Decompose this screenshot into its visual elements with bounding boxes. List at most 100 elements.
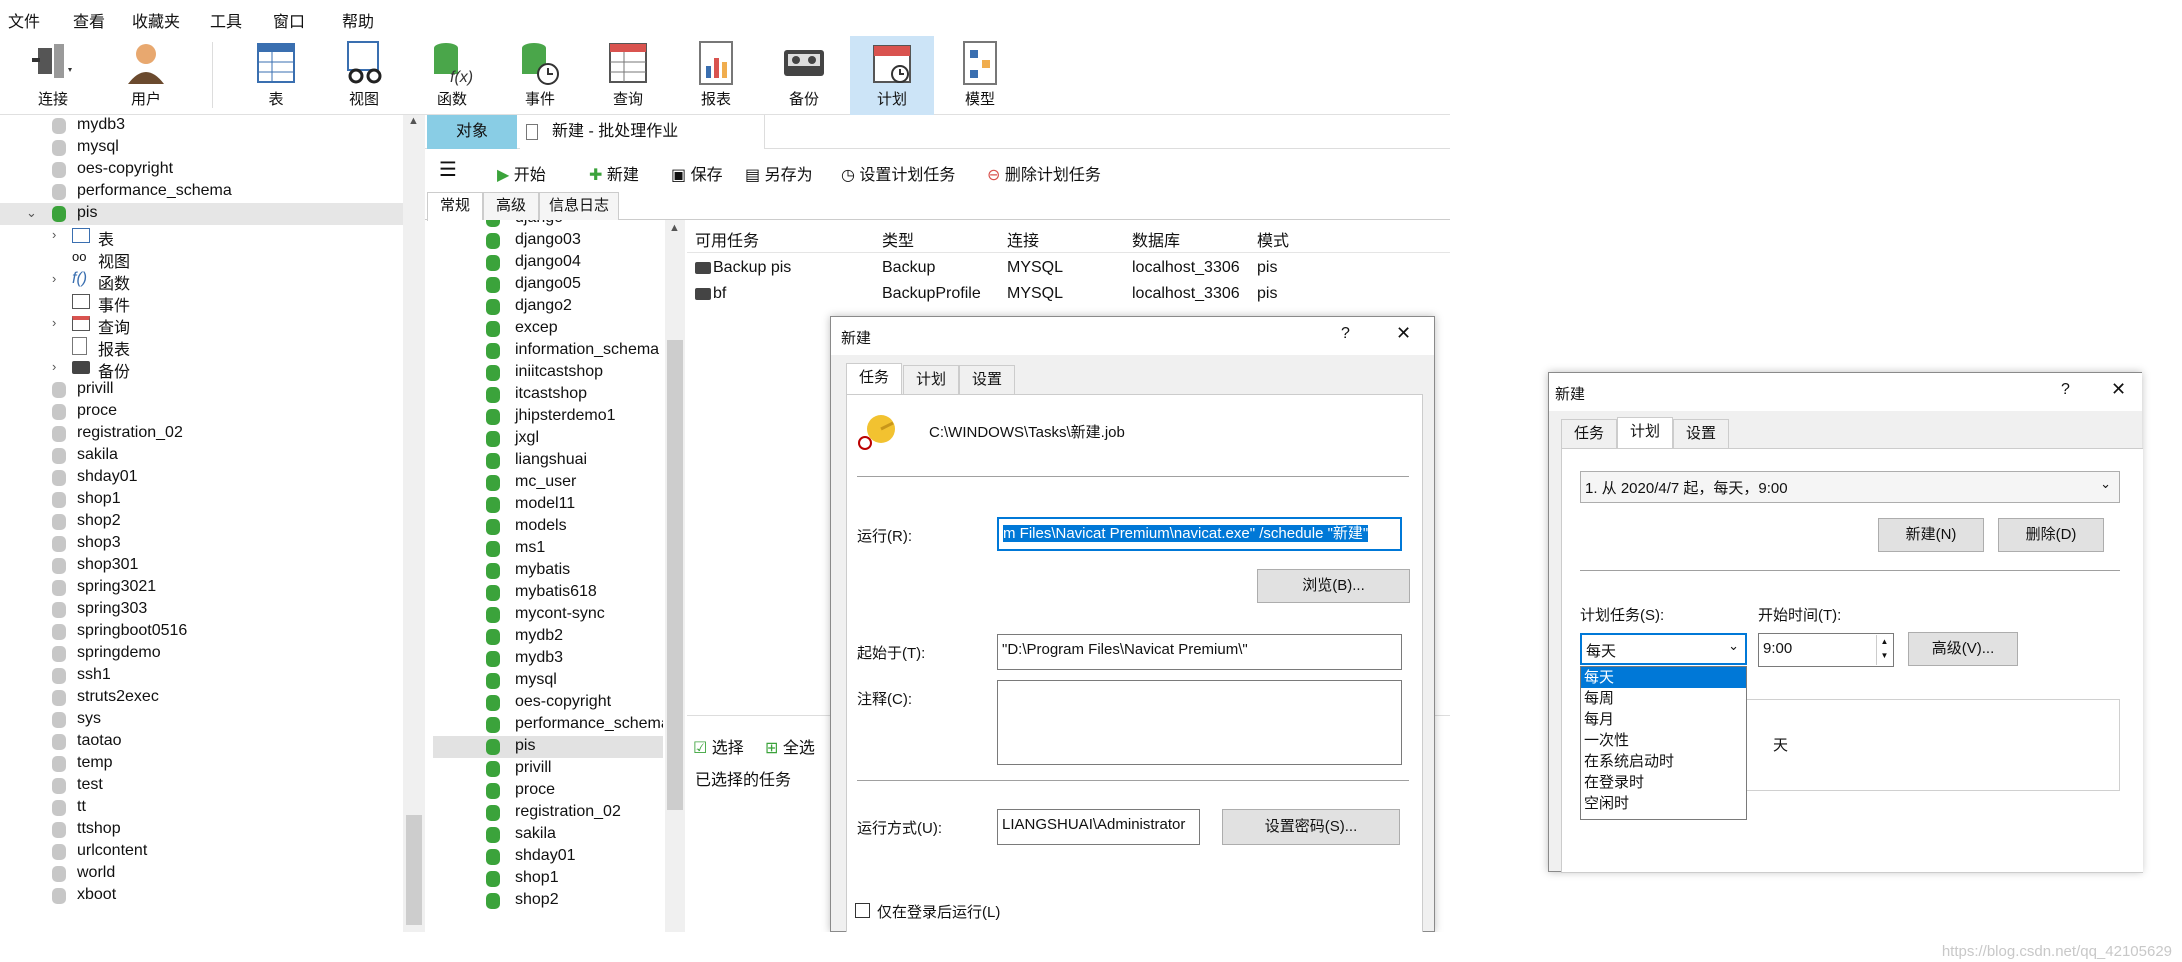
help-icon[interactable]: ? <box>1341 325 1350 343</box>
tab-task[interactable]: 任务 <box>846 363 902 395</box>
tree-item-ssh1[interactable]: ssh1 <box>0 665 403 687</box>
list-item[interactable]: mybatis <box>433 560 663 582</box>
option-at-startup[interactable]: 在系统启动时 <box>1581 751 1746 772</box>
tree-item-proce[interactable]: proce <box>0 401 403 423</box>
list-item[interactable]: privill <box>433 758 663 780</box>
run-as-field[interactable]: LIANGSHUAI\Administrator <box>997 809 1200 845</box>
menu-view[interactable]: 查看 <box>73 8 105 32</box>
delete-schedule-button[interactable]: ⊖ 删除计划任务 <box>987 161 1101 185</box>
option-when-idle[interactable]: 空闲时 <box>1581 793 1746 814</box>
tab-settings[interactable]: 设置 <box>959 365 1015 395</box>
tree-item-privill[interactable]: privill <box>0 379 403 401</box>
toolbar-model-button[interactable]: 模型 <box>938 36 1022 115</box>
new-button[interactable]: ✚ 新建 <box>589 161 639 185</box>
column-header-type[interactable]: 类型 <box>882 227 914 251</box>
tree-item-ttshop[interactable]: ttshop <box>0 819 403 841</box>
tree-item-functions[interactable]: › f() 函数 <box>0 269 403 293</box>
tree-item-oes-copyright[interactable]: oes-copyright <box>0 159 403 181</box>
menu-window[interactable]: 窗口 <box>273 8 305 32</box>
list-item[interactable]: mydb3 <box>433 648 663 670</box>
tab-general[interactable]: 常规 <box>427 192 483 221</box>
tree-item-mydb3[interactable]: mydb3 <box>0 115 403 137</box>
tree-item-test[interactable]: test <box>0 775 403 797</box>
list-item[interactable]: mybatis618 <box>433 582 663 604</box>
only-logged-checkbox[interactable] <box>855 903 870 918</box>
list-item[interactable]: models <box>433 516 663 538</box>
toolbar-schedule-button[interactable]: 计划 <box>850 36 934 115</box>
browse-button[interactable]: 浏览(B)... <box>1257 569 1410 603</box>
toolbar-view-button[interactable]: 视图 <box>322 36 406 115</box>
list-scrollbar[interactable]: ▲ <box>665 220 685 932</box>
list-item[interactable]: oes-copyright <box>433 692 663 714</box>
schedule-task-select[interactable]: 每天 ⌄ <box>1580 633 1747 665</box>
tree-scrollbar[interactable]: ▲ <box>403 115 425 932</box>
list-item[interactable]: ms1 <box>433 538 663 560</box>
select-button[interactable]: ☑ 选择 <box>693 734 744 758</box>
list-item[interactable]: mydb2 <box>433 626 663 648</box>
new-schedule-button[interactable]: 新建(N) <box>1878 518 1984 552</box>
tree-item-spring303[interactable]: spring303 <box>0 599 403 621</box>
tree-item-registration-02[interactable]: registration_02 <box>0 423 403 445</box>
option-monthly[interactable]: 每月 <box>1581 709 1746 730</box>
tab-advanced[interactable]: 高级 <box>483 192 539 220</box>
toolbar-report-button[interactable]: 报表 <box>674 36 758 115</box>
tab-objects[interactable]: 对象 <box>427 115 517 149</box>
tree-item-springdemo[interactable]: springdemo <box>0 643 403 665</box>
tree-item-taotao[interactable]: taotao <box>0 731 403 753</box>
list-item[interactable]: information_schema <box>433 340 663 362</box>
menu-favorites[interactable]: 收藏夹 <box>132 8 180 32</box>
tab-schedule[interactable]: 计划 <box>903 365 959 395</box>
chevron-up-icon[interactable]: ▲ <box>408 115 419 127</box>
tree-item-springboot0516[interactable]: springboot0516 <box>0 621 403 643</box>
list-item[interactable]: django2 <box>433 296 663 318</box>
toolbar-function-button[interactable]: f(x) 函数 <box>410 36 494 115</box>
help-icon[interactable]: ? <box>2061 381 2070 399</box>
table-row[interactable]: Backup pis Backup MYSQL localhost_3306 p… <box>687 256 1450 282</box>
chevron-right-icon[interactable]: › <box>52 271 56 286</box>
list-item[interactable]: mc_user <box>433 472 663 494</box>
chevron-right-icon[interactable]: › <box>52 359 56 374</box>
tab-message-log[interactable]: 信息日志 <box>539 192 619 220</box>
tree-item-pis[interactable]: ⌄ pis <box>0 203 403 225</box>
tree-item-temp[interactable]: temp <box>0 753 403 775</box>
tab-batch-job[interactable]: 新建 - 批处理作业 <box>520 115 765 149</box>
list-item[interactable]: model11 <box>433 494 663 516</box>
tree-item-world[interactable]: world <box>0 863 403 885</box>
tree-item-shop301[interactable]: shop301 <box>0 555 403 577</box>
time-spinner-icon[interactable]: ▲ ▼ <box>1876 635 1892 665</box>
toolbar-query-button[interactable]: 查询 <box>586 36 670 115</box>
list-item[interactable]: shop1 <box>433 868 663 890</box>
list-item[interactable]: performance_schema <box>433 714 663 736</box>
scrollbar-thumb[interactable] <box>406 815 422 925</box>
toolbar-event-button[interactable]: 事件 <box>498 36 582 115</box>
close-icon[interactable]: ✕ <box>2111 379 2126 400</box>
tree-item-reports[interactable]: 报表 <box>0 335 403 359</box>
tree-item-urlcontent[interactable]: urlcontent <box>0 841 403 863</box>
list-item[interactable]: excep <box>433 318 663 340</box>
tree-item-queries[interactable]: › 查询 <box>0 313 403 337</box>
close-icon[interactable]: ✕ <box>1396 323 1411 344</box>
list-item[interactable]: shop2 <box>433 890 663 912</box>
option-weekly[interactable]: 每周 <box>1581 688 1746 709</box>
chevron-right-icon[interactable]: › <box>52 227 56 242</box>
list-item[interactable]: django <box>433 220 663 230</box>
tree-item-shop1[interactable]: shop1 <box>0 489 403 511</box>
chevron-right-icon[interactable]: › <box>52 315 56 330</box>
option-at-logon[interactable]: 在登录时 <box>1581 772 1746 793</box>
list-item[interactable]: itcastshop <box>433 384 663 406</box>
scrollbar-thumb[interactable] <box>667 340 683 810</box>
tab-settings[interactable]: 设置 <box>1673 419 1729 449</box>
list-item[interactable]: jhipsterdemo1 <box>433 406 663 428</box>
save-button[interactable]: ▣ 保存 <box>671 161 723 185</box>
menu-icon[interactable]: ☰ <box>439 157 457 182</box>
menu-tools[interactable]: 工具 <box>210 8 242 32</box>
column-header-database[interactable]: 数据库 <box>1132 227 1180 251</box>
tree-item-mysql[interactable]: mysql <box>0 137 403 159</box>
list-item[interactable]: liangshuai <box>433 450 663 472</box>
list-item[interactable]: sakila <box>433 824 663 846</box>
tree-item-sys[interactable]: sys <box>0 709 403 731</box>
column-header-task[interactable]: 可用任务 <box>695 227 759 251</box>
tab-schedule[interactable]: 计划 <box>1617 417 1673 449</box>
tree-item-shop2[interactable]: shop2 <box>0 511 403 533</box>
tree-item-shop3[interactable]: shop3 <box>0 533 403 555</box>
